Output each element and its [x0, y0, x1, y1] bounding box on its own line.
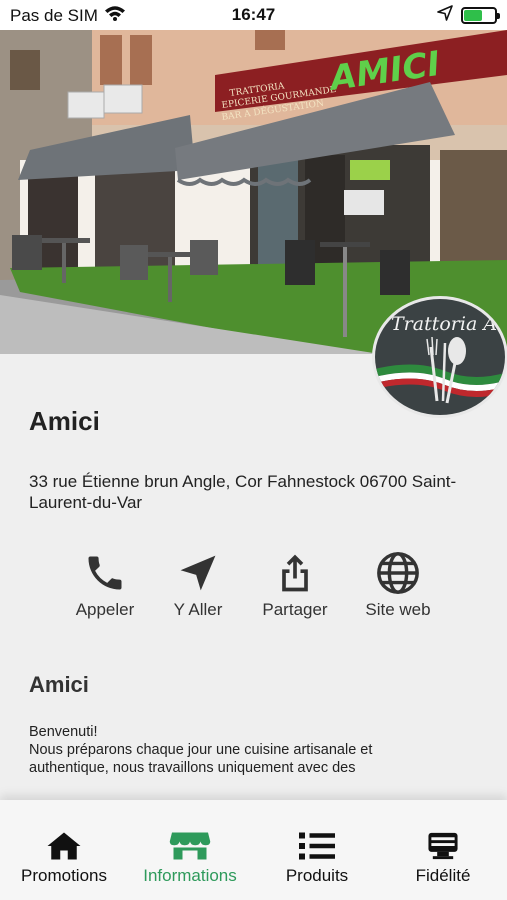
website-button[interactable]: Site web — [343, 550, 453, 620]
status-bar: Pas de SIM 16:47 — [0, 0, 507, 30]
list-icon — [254, 830, 380, 862]
battery-fill — [464, 10, 482, 21]
tab-fidelite[interactable]: Fidélité — [380, 830, 506, 886]
tab-promotions[interactable]: Promotions — [1, 830, 127, 886]
restaurant-address: 33 rue Étienne brun Angle, Cor Fahnestoc… — [29, 472, 457, 512]
tab-label: Fidélité — [415, 866, 471, 885]
location-arrow-icon — [437, 5, 453, 26]
tab-label: Promotions — [21, 866, 107, 885]
directions-button[interactable]: Y Aller — [143, 550, 253, 620]
directions-label: Y Aller — [173, 600, 223, 619]
tab-bar: Promotions Informations Produits Fidélit… — [0, 800, 507, 900]
battery-icon — [461, 7, 500, 24]
share-icon — [240, 550, 350, 596]
restaurant-name: Amici — [29, 406, 100, 436]
tab-informations[interactable]: Informations — [127, 830, 253, 886]
logo-text: Trattoria Amici — [391, 313, 505, 335]
status-time: 16:47 — [231, 5, 276, 24]
share-button[interactable]: Partager — [240, 550, 350, 620]
tab-label: Informations — [143, 866, 237, 885]
home-icon — [1, 830, 127, 862]
status-right — [437, 5, 500, 26]
globe-icon — [343, 550, 453, 596]
tab-label: Produits — [285, 866, 349, 885]
info-content: Amici 33 rue Étienne brun Angle, Cor Fah… — [0, 354, 507, 800]
description-line: Benvenuti! — [29, 724, 98, 740]
description-text: Benvenuti! Nous préparons chaque jour un… — [29, 723, 489, 777]
share-label: Partager — [262, 600, 328, 619]
description-line: authentique, nous travaillons uniquement… — [29, 760, 356, 776]
navigation-arrow-icon — [143, 550, 253, 596]
tab-produits[interactable]: Produits — [254, 830, 380, 886]
website-label: Site web — [365, 600, 431, 619]
description-line: Nous préparons chaque jour une cuisine a… — [29, 742, 373, 758]
storefront-icon — [127, 830, 253, 862]
description-title: Amici — [29, 672, 89, 697]
action-bar: Appeler Y Aller Partager Site web — [0, 550, 507, 630]
loyalty-card-icon — [380, 830, 506, 862]
